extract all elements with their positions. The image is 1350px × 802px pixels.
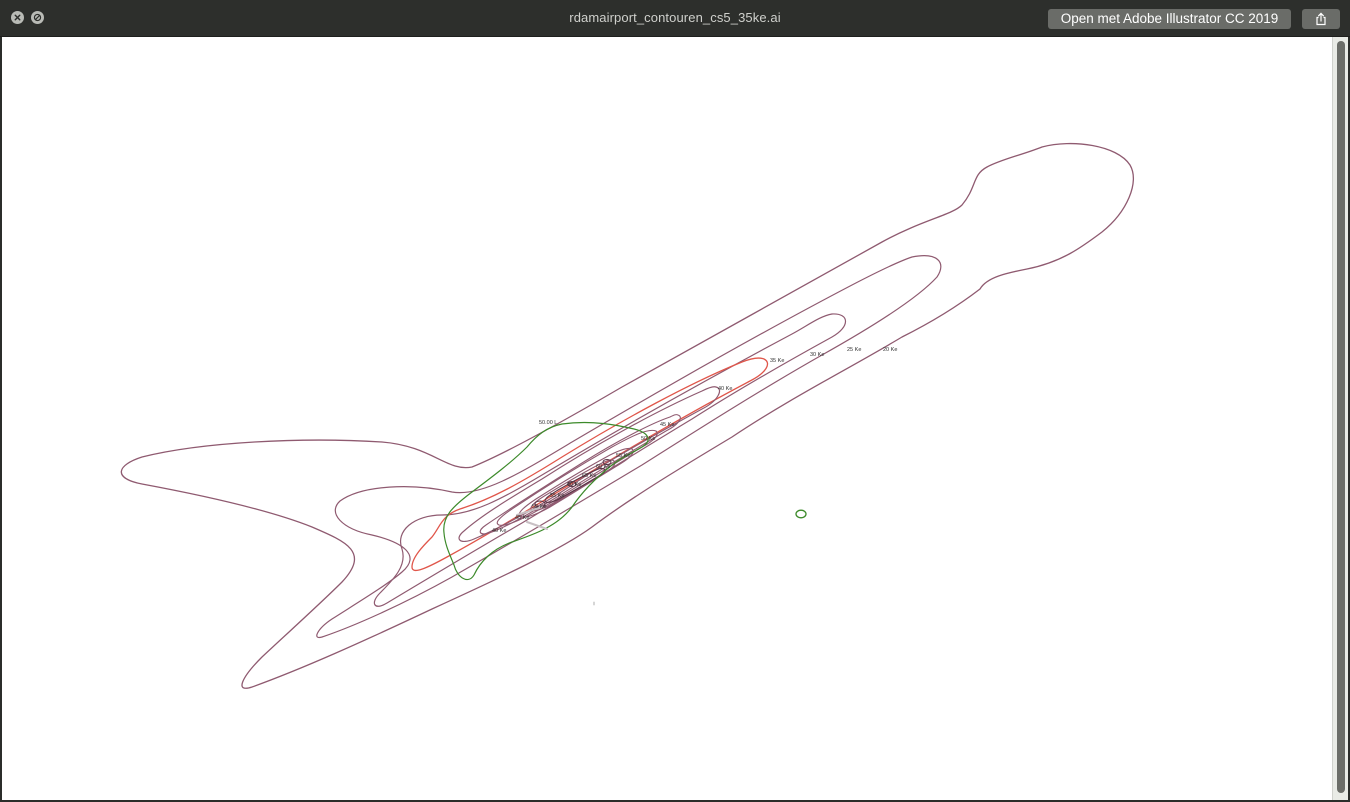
label-45ke-b: 45 Ke <box>515 515 529 521</box>
document-preview: 35 Ke 30 Ke 25 Ke 20 Ke 40 Ke 45 Ke 50 K… <box>2 37 1348 800</box>
label-60ke-b: 60 Ke <box>567 482 581 488</box>
label-60ke: 60 Ke <box>596 464 610 470</box>
label-50ke: 50 Ke <box>641 436 655 442</box>
window-titlebar: rdamairport_contouren_cs5_35ke.ai Open m… <box>0 0 1350 37</box>
label-20ke: 20 Ke <box>883 347 897 353</box>
label-green: 50.00 L <box>539 420 557 426</box>
label-65ke: 65 Ke <box>582 473 596 479</box>
label-25ke: 25 Ke <box>847 347 861 353</box>
label-30ke: 30 Ke <box>810 352 824 358</box>
share-icon <box>1316 12 1326 26</box>
open-with-illustrator-button[interactable]: Open met Adobe Illustrator CC 2019 <box>1048 9 1291 29</box>
contour-green-island <box>795 509 807 519</box>
fullscreen-icon <box>33 13 42 22</box>
label-55ke: 55 Ke <box>616 453 630 459</box>
contour-map: 35 Ke 30 Ke 25 Ke 20 Ke 40 Ke 45 Ke 50 K… <box>120 142 1134 689</box>
fullscreen-button[interactable] <box>31 11 44 24</box>
close-button[interactable] <box>11 11 24 24</box>
label-50ke-b: 50 Ke <box>532 504 546 510</box>
scroll-thumb[interactable] <box>1337 41 1345 793</box>
vertical-scrollbar[interactable] <box>1332 37 1348 800</box>
close-icon <box>14 14 21 21</box>
contour-35ke <box>411 357 769 572</box>
label-40ke: 40 Ke <box>718 386 732 392</box>
label-55ke-b: 55 Ke <box>550 493 564 499</box>
window-title: rdamairport_contouren_cs5_35ke.ai <box>569 10 781 25</box>
contour-40ke <box>458 386 721 543</box>
share-button[interactable] <box>1302 9 1340 29</box>
label-40ke-b: 40 Ke <box>492 528 506 534</box>
label-35ke: 35 Ke <box>770 358 784 364</box>
contour-20ke <box>120 142 1134 689</box>
label-45ke: 45 Ke <box>660 422 674 428</box>
